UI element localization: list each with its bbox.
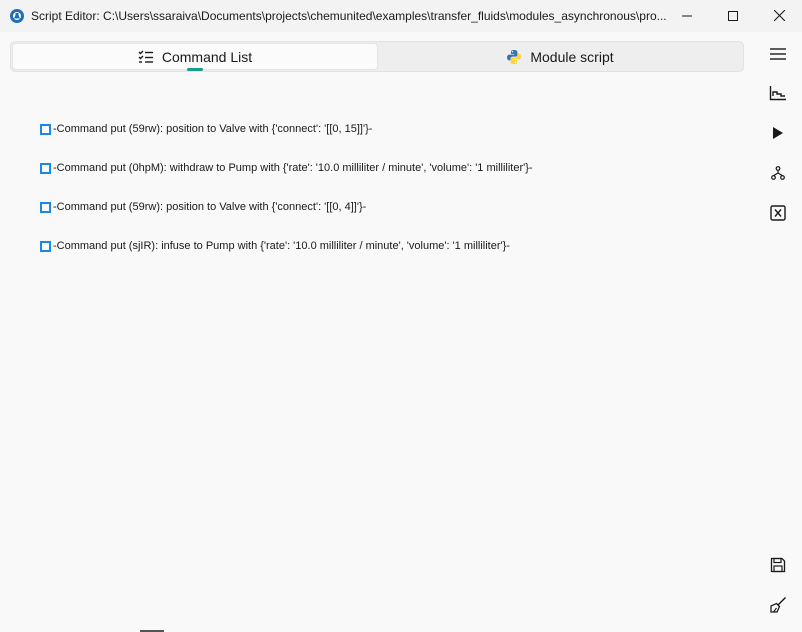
command-checkbox[interactable] bbox=[40, 123, 51, 135]
active-tab-indicator bbox=[187, 68, 203, 71]
python-icon bbox=[506, 49, 522, 65]
chart-button[interactable] bbox=[756, 77, 800, 113]
tab-module-script-label: Module script bbox=[530, 48, 614, 65]
save-button[interactable] bbox=[756, 549, 800, 585]
window-title: Script Editor: C:\Users\ssaraiva\Documen… bbox=[31, 9, 667, 23]
tab-command-list-label: Command List bbox=[161, 48, 253, 65]
close-button[interactable] bbox=[756, 0, 802, 32]
checklist-icon bbox=[138, 50, 154, 64]
maximize-button[interactable] bbox=[710, 0, 756, 32]
command-item[interactable]: -Command put (0hpM): withdraw to Pump wi… bbox=[40, 159, 740, 177]
tab-module-script[interactable]: Module script bbox=[378, 43, 742, 70]
command-text: -Command put (59rw): position to Valve w… bbox=[53, 123, 373, 135]
play-icon bbox=[772, 126, 784, 145]
window-controls bbox=[664, 0, 802, 32]
tab-bar: Command List Module script bbox=[10, 41, 744, 72]
minimize-icon bbox=[682, 8, 692, 24]
chart-icon bbox=[769, 85, 787, 106]
minimize-button[interactable] bbox=[664, 0, 710, 32]
side-toolbar bbox=[756, 36, 800, 632]
command-item[interactable]: -Command put (59rw): position to Valve w… bbox=[40, 198, 740, 216]
variable-x-icon bbox=[770, 204, 786, 226]
hamburger-menu-icon bbox=[769, 47, 787, 66]
maximize-icon bbox=[728, 8, 738, 24]
title-bar: Script Editor: C:\Users\ssaraiva\Documen… bbox=[0, 0, 802, 32]
command-checkbox[interactable] bbox=[40, 240, 51, 252]
variables-button[interactable] bbox=[756, 197, 800, 233]
command-text: -Command put (sjIR): infuse to Pump with… bbox=[53, 240, 510, 252]
hierarchy-icon bbox=[771, 165, 785, 185]
run-button[interactable] bbox=[756, 117, 800, 153]
command-item[interactable]: -Command put (sjIR): infuse to Pump with… bbox=[40, 237, 740, 255]
command-text: -Command put (0hpM): withdraw to Pump wi… bbox=[53, 162, 533, 174]
menu-button[interactable] bbox=[756, 38, 800, 74]
command-checkbox[interactable] bbox=[40, 162, 51, 174]
clear-button[interactable] bbox=[756, 589, 800, 625]
command-item[interactable]: -Command put (59rw): position to Valve w… bbox=[40, 120, 740, 138]
hierarchy-button[interactable] bbox=[756, 157, 800, 193]
broom-icon bbox=[769, 596, 787, 619]
flask-gear-icon bbox=[9, 8, 25, 24]
close-icon bbox=[773, 8, 785, 24]
command-checkbox[interactable] bbox=[40, 201, 51, 213]
tab-command-list[interactable]: Command List bbox=[12, 43, 378, 71]
save-icon bbox=[770, 557, 786, 578]
command-list: -Command put (59rw): position to Valve w… bbox=[40, 120, 740, 276]
command-text: -Command put (59rw): position to Valve w… bbox=[53, 201, 367, 213]
